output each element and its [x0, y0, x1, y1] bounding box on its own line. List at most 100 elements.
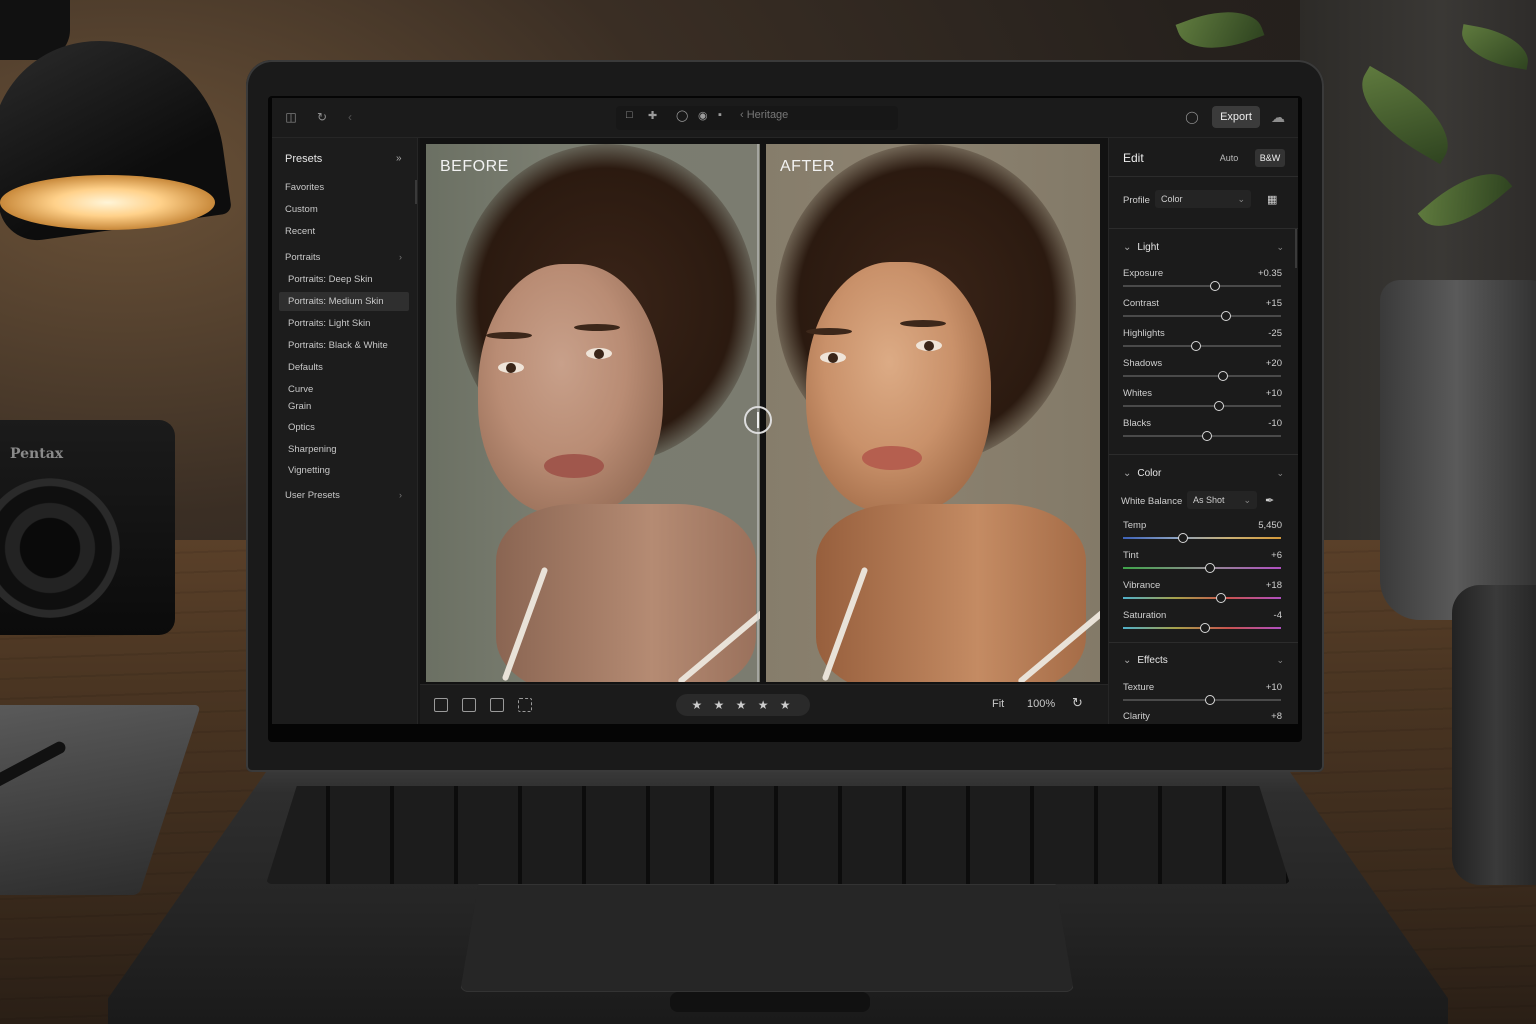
slider-value[interactable]: +8	[1271, 711, 1282, 722]
slider-track[interactable]	[1123, 281, 1281, 291]
compare-icon[interactable]	[518, 698, 532, 712]
preset-item[interactable]: Portraits: Black & White	[288, 340, 388, 351]
profile-browser-icon[interactable]: ▦	[1267, 193, 1277, 206]
ratio-icon[interactable]: ▪	[718, 109, 722, 121]
slider-value[interactable]: 5,450	[1258, 520, 1282, 531]
color-section-header[interactable]: ⌄ Color	[1123, 468, 1161, 479]
redeye-icon[interactable]: ◉	[698, 109, 708, 122]
slider-value[interactable]: -4	[1274, 610, 1282, 621]
preset-item[interactable]: Favorites	[285, 182, 324, 193]
white-balance-label: White Balance	[1121, 496, 1183, 507]
chevron-right-icon[interactable]: ›	[399, 490, 402, 500]
slider-track[interactable]	[1123, 593, 1281, 603]
slider-value[interactable]: +0.35	[1258, 268, 1282, 279]
bw-button[interactable]: B&W	[1255, 149, 1285, 167]
slider-label: Contrast	[1123, 298, 1159, 309]
preset-item[interactable]: Portraits: Medium Skin	[279, 292, 409, 311]
slider-track[interactable]	[1123, 341, 1281, 351]
cloud-icon[interactable]: ☁	[1270, 109, 1286, 125]
chevron-down-icon[interactable]: ⌄	[1276, 242, 1284, 253]
color-title: Color	[1137, 468, 1162, 479]
slider-track[interactable]	[1123, 623, 1281, 633]
chevron-right-icon[interactable]: ›	[399, 252, 402, 262]
slider-thumb[interactable]	[1190, 341, 1201, 351]
slider-label: Blacks	[1123, 418, 1151, 429]
slider-thumb[interactable]	[1209, 281, 1220, 291]
fit-button[interactable]: Fit	[992, 698, 1004, 710]
before-photo[interactable]: BEFORE	[426, 144, 760, 682]
preset-item[interactable]: Curve	[288, 384, 313, 395]
heal-icon[interactable]: ✚	[648, 109, 657, 122]
slider-thumb[interactable]	[1214, 401, 1225, 411]
panel-toggle-icon[interactable]: ◫	[283, 109, 299, 125]
profile-select[interactable]: Color ⌄	[1155, 190, 1251, 208]
mug	[1452, 585, 1536, 885]
divider	[1109, 454, 1298, 455]
slider-value[interactable]: +6	[1271, 550, 1282, 561]
grid-view-icon[interactable]	[434, 698, 448, 712]
auto-button[interactable]: Auto	[1207, 149, 1251, 167]
slider-value[interactable]: +15	[1266, 298, 1282, 309]
slider-label: Saturation	[1123, 610, 1167, 621]
edit-scrollbar[interactable]	[1295, 228, 1297, 268]
split-handle[interactable]	[744, 406, 772, 434]
slider-thumb[interactable]	[1204, 563, 1215, 573]
detail-view-icon[interactable]	[490, 698, 504, 712]
preset-item[interactable]: Vignetting	[288, 465, 330, 476]
slider-thumb[interactable]	[1217, 371, 1228, 381]
chevron-down-icon: ⌄	[1237, 194, 1245, 204]
slider-track[interactable]	[1123, 371, 1281, 381]
chevron-down-icon[interactable]: ⌄	[1276, 468, 1284, 479]
effects-section-header[interactable]: ⌄ Effects	[1123, 655, 1168, 666]
slider-track[interactable]	[1123, 563, 1281, 573]
filmstrip-view-icon[interactable]	[462, 698, 476, 712]
eye	[498, 362, 524, 373]
export-button[interactable]: Export	[1212, 106, 1260, 128]
presets-scrollbar[interactable]	[415, 180, 417, 204]
slider-track[interactable]	[1123, 533, 1281, 543]
white-balance-select[interactable]: As Shot ⌄	[1187, 491, 1257, 509]
preset-item[interactable]: Custom	[285, 204, 318, 215]
album-name[interactable]: ‹ Heritage	[740, 109, 788, 121]
slider-thumb[interactable]	[1200, 623, 1211, 633]
preset-item[interactable]: Defaults	[288, 362, 323, 373]
slider-thumb[interactable]	[1215, 593, 1226, 603]
camera: Pentax	[0, 420, 175, 635]
crop-icon[interactable]: □	[626, 109, 633, 121]
after-photo[interactable]: AFTER	[766, 144, 1100, 682]
preset-item[interactable]: Portraits	[285, 252, 320, 263]
slider-value[interactable]: +10	[1266, 682, 1282, 693]
eyedropper-icon[interactable]: ✒	[1265, 494, 1274, 507]
slider-track[interactable]	[1123, 695, 1281, 705]
light-title: Light	[1137, 242, 1160, 253]
preset-item[interactable]: Portraits: Light Skin	[288, 318, 370, 329]
collapse-icon[interactable]: »	[396, 153, 402, 164]
mask-icon[interactable]: ◯	[676, 109, 688, 122]
slider-value[interactable]: -25	[1268, 328, 1282, 339]
slider-thumb[interactable]	[1201, 431, 1212, 441]
slider-thumb[interactable]	[1178, 533, 1189, 543]
preset-item[interactable]: Portraits: Deep Skin	[288, 274, 372, 285]
reset-icon[interactable]: ↻	[1072, 695, 1083, 711]
slider-value[interactable]: +10	[1266, 388, 1282, 399]
preset-item[interactable]: Sharpening	[288, 444, 337, 455]
back-icon[interactable]: ‹	[342, 109, 358, 125]
slider-thumb[interactable]	[1204, 695, 1215, 705]
preset-item[interactable]: User Presets	[285, 490, 340, 501]
preset-item[interactable]: Recent	[285, 226, 315, 237]
feedback-icon[interactable]: ◯	[1184, 109, 1200, 125]
slider-value[interactable]: -10	[1268, 418, 1282, 429]
slider-value[interactable]: +20	[1266, 358, 1282, 369]
light-section-header[interactable]: ⌄ Light	[1123, 242, 1159, 253]
preset-item[interactable]: Grain	[288, 401, 311, 412]
slider-track[interactable]	[1123, 311, 1281, 321]
slider-value[interactable]: +18	[1266, 580, 1282, 591]
chevron-down-icon[interactable]: ⌄	[1276, 655, 1284, 666]
preset-item[interactable]: Optics	[288, 422, 315, 433]
slider-thumb[interactable]	[1220, 311, 1231, 321]
star-rating[interactable]: ★ ★ ★ ★ ★	[676, 694, 810, 716]
zoom-level[interactable]: 100%	[1027, 698, 1055, 710]
rotate-icon[interactable]: ↻	[314, 109, 330, 125]
slider-track[interactable]	[1123, 401, 1281, 411]
slider-track[interactable]	[1123, 431, 1281, 441]
